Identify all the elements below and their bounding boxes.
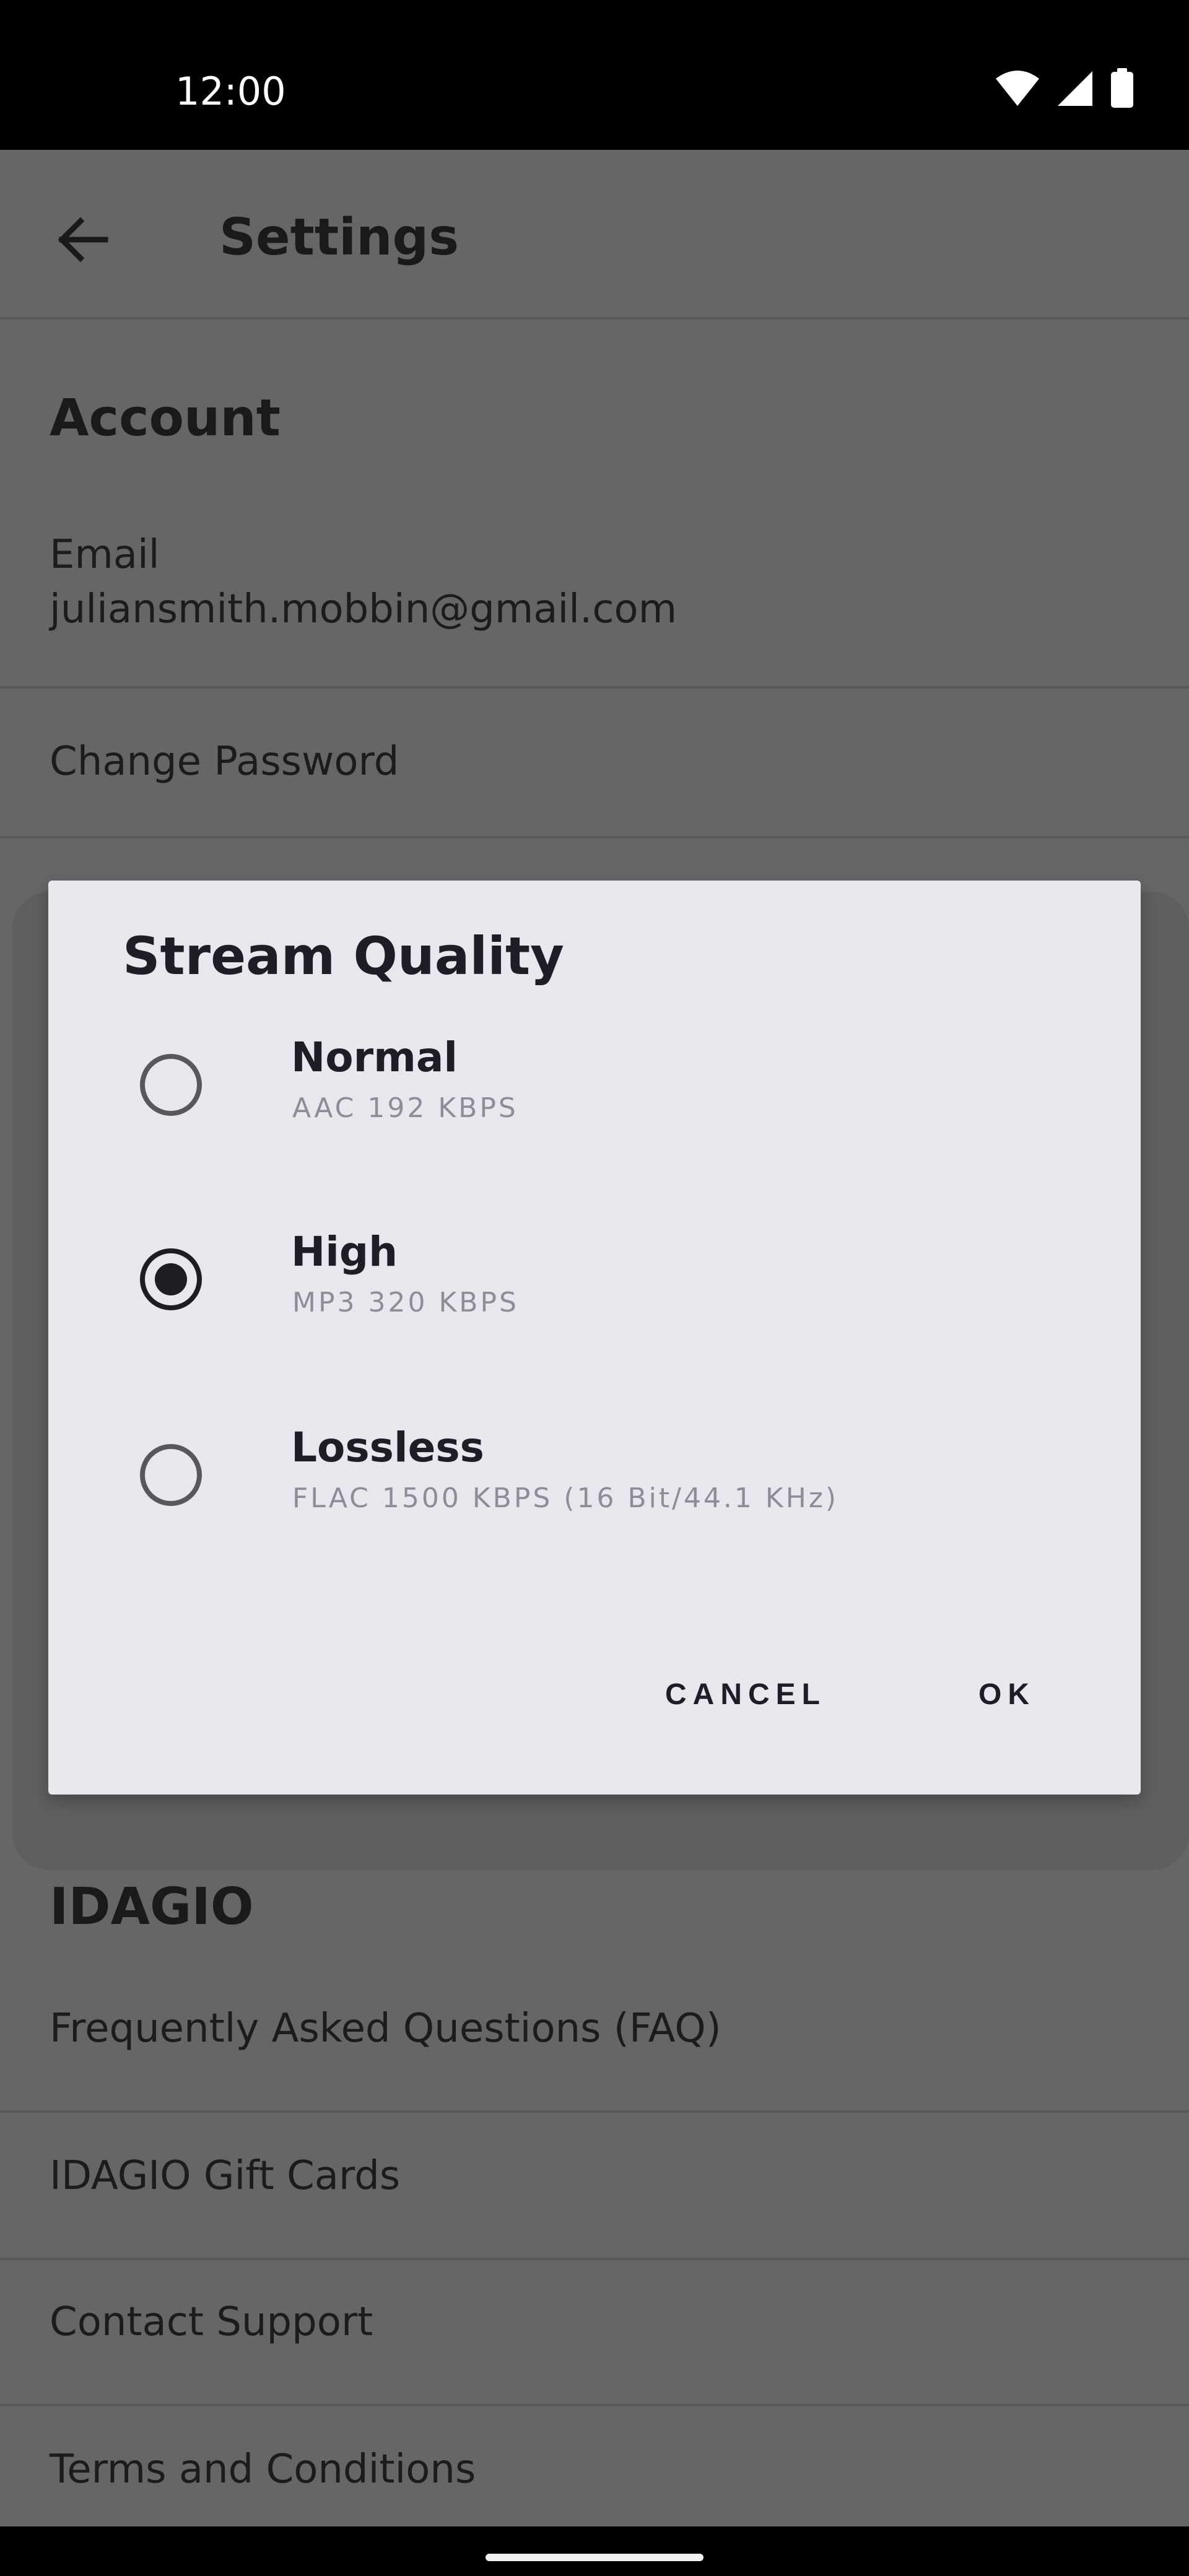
radio-unchecked-icon[interactable] <box>140 1054 202 1116</box>
status-icons <box>995 68 1135 111</box>
home-indicator[interactable] <box>486 2554 703 2561</box>
terms-item[interactable]: Terms and Conditions <box>50 2443 476 2496</box>
battery-icon <box>1110 68 1135 111</box>
option-normal[interactable]: Normal AAC 192 KBPS <box>48 1013 1141 1162</box>
ok-button[interactable]: OK <box>978 1673 1035 1717</box>
radio-checked-icon[interactable] <box>140 1248 202 1310</box>
faq-item[interactable]: Frequently Asked Questions (FAQ) <box>50 2003 721 2055</box>
divider <box>0 686 1189 689</box>
contact-support-item[interactable]: Contact Support <box>50 2296 373 2348</box>
gift-cards-item[interactable]: IDAGIO Gift Cards <box>50 2150 400 2202</box>
option-subtitle: MP3 320 KBPS <box>292 1287 519 1318</box>
status-time: 12:00 <box>175 69 286 114</box>
arrow-back-icon[interactable] <box>50 206 118 274</box>
option-subtitle: AAC 192 KBPS <box>292 1092 518 1124</box>
email-value: juliansmith.mobbin@gmail.com <box>50 586 677 632</box>
stream-quality-dialog: Stream Quality Normal AAC 192 KBPS High … <box>48 881 1141 1795</box>
status-bar: 12:00 <box>0 0 1189 150</box>
option-high[interactable]: High MP3 320 KBPS <box>48 1208 1141 1356</box>
page-title: Settings <box>219 208 459 267</box>
divider <box>0 2404 1189 2406</box>
radio-unchecked-icon[interactable] <box>140 1444 202 1506</box>
wifi-icon <box>995 70 1040 110</box>
account-heading: Account <box>50 389 281 448</box>
option-label: Normal <box>291 1033 458 1081</box>
divider <box>0 2258 1189 2260</box>
change-password-item[interactable]: Change Password <box>50 736 399 788</box>
divider <box>0 2110 1189 2113</box>
cancel-button[interactable]: CANCEL <box>665 1673 826 1717</box>
idagio-heading: IDAGIO <box>50 1878 254 1936</box>
email-label: Email <box>50 532 160 578</box>
option-label: Lossless <box>291 1424 484 1471</box>
option-label: High <box>291 1228 398 1276</box>
option-subtitle: FLAC 1500 KBPS (16 Bit/44.1 KHz) <box>292 1482 839 1514</box>
cellular-signal-icon <box>1056 70 1094 110</box>
option-lossless[interactable]: Lossless FLAC 1500 KBPS (16 Bit/44.1 KHz… <box>48 1403 1141 1552</box>
app-bar: Settings <box>0 150 1189 320</box>
screen: 12:00 Settings Account Email juliansmith… <box>0 0 1189 2576</box>
navigation-bar <box>0 2526 1189 2576</box>
dialog-title: Stream Quality <box>123 926 564 986</box>
divider <box>0 836 1189 838</box>
